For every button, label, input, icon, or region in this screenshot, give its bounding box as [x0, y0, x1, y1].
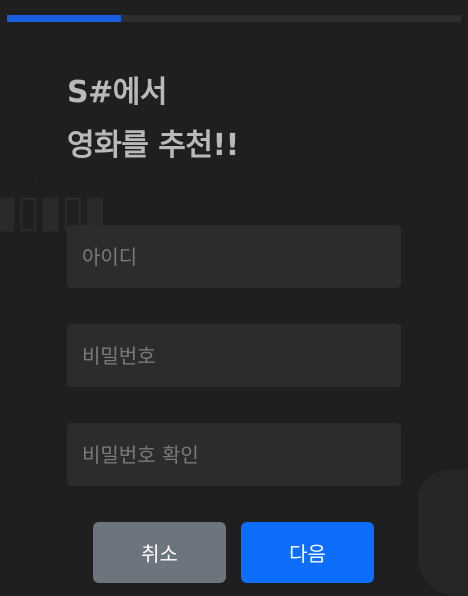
user-id-input[interactable] — [67, 225, 401, 288]
background-poster-caption: · · · · · · — [6, 172, 45, 185]
password-input[interactable] — [67, 324, 401, 387]
cancel-button[interactable]: 취소 — [93, 522, 226, 583]
progress-bar — [7, 15, 461, 22]
page-title: S#에서 영화를 추천!! — [67, 66, 239, 172]
signup-screen: · · · · · · ▮▯▮▯▮ S#에서 영화를 추천!! 취소 다음 — [0, 0, 468, 596]
password-confirm-input[interactable] — [67, 423, 401, 486]
page-title-line-2: 영화를 추천!! — [67, 128, 239, 163]
page-title-line-1: S#에서 — [67, 75, 167, 110]
next-button[interactable]: 다음 — [241, 522, 374, 583]
background-poster-figure — [418, 470, 468, 596]
progress-bar-fill — [7, 15, 121, 22]
